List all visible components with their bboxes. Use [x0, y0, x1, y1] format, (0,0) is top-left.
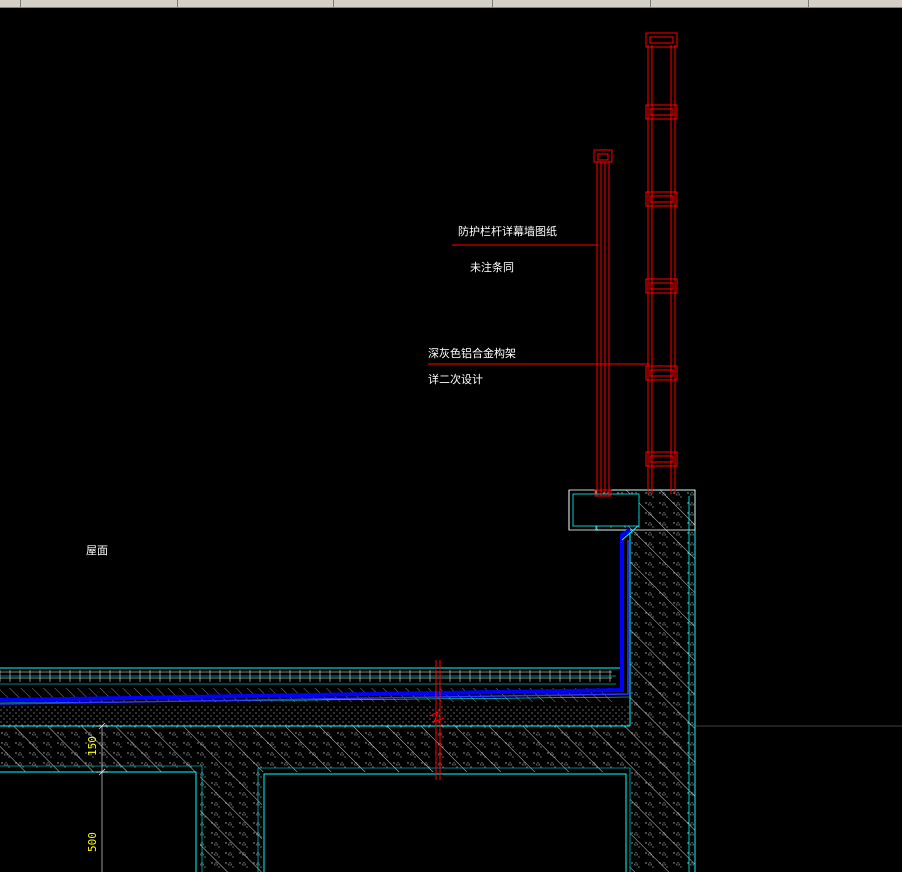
- guardrail-post: [593, 149, 613, 497]
- roof-label: 屋面: [86, 544, 108, 557]
- toolbar-divider: [333, 0, 334, 7]
- toolbar-divider: [808, 0, 809, 7]
- railing-note-line2: 未注条同: [470, 260, 514, 274]
- railing-note-line1: 防护栏杆详幕墙图纸: [458, 224, 557, 238]
- cad-drawing-canvas[interactable]: 防护栏杆详幕墙图纸 未注条同 深灰色铝合金构架 详二次设计 屋面 150 500: [0, 8, 902, 872]
- toolbar-divider: [20, 0, 21, 7]
- frame-note-line2: 详二次设计: [428, 372, 483, 386]
- dimension-500: 500: [86, 832, 99, 852]
- toolbar-strip: [0, 0, 902, 8]
- toolbar-divider: [177, 0, 178, 7]
- dimension-150: 150: [86, 736, 99, 756]
- toolbar-divider: [650, 0, 651, 7]
- frame-note-line1: 深灰色铝合金构架: [428, 346, 516, 360]
- aluminum-frame-column: [645, 32, 678, 494]
- toolbar-divider: [492, 0, 493, 7]
